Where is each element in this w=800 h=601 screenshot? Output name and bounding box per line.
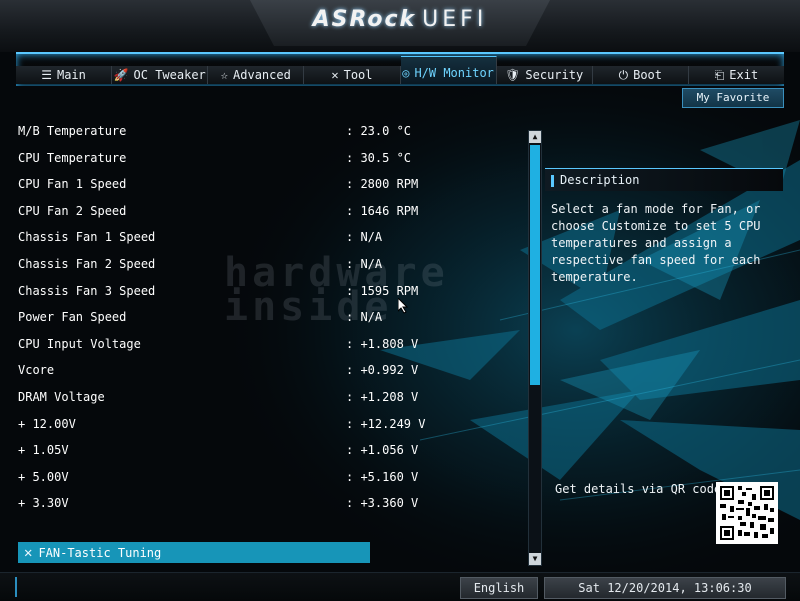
item-label: + 12.00V xyxy=(18,416,76,431)
list-item[interactable]: + 5.00V : +5.160 V xyxy=(18,470,518,497)
tab-label: Security xyxy=(525,68,584,82)
my-favorite-button[interactable]: My Favorite xyxy=(682,88,784,108)
star-icon: ☆ xyxy=(220,68,229,82)
tools-icon: ✕ xyxy=(331,68,339,82)
item-value: : N/A xyxy=(346,310,383,325)
item-value: : +1.056 V xyxy=(346,443,419,458)
list-item[interactable]: Vcore : +0.992 V xyxy=(18,363,518,390)
shield-icon: 🛡 xyxy=(505,68,521,82)
item-value: : +5.160 V xyxy=(346,469,419,484)
list-item[interactable]: CPU Fan 1 Speed : 2800 RPM xyxy=(18,177,518,204)
item-value: : +1.808 V xyxy=(346,336,419,351)
tab-label: Tool xyxy=(343,68,373,82)
hw-monitor-list: M/B Temperature : 23.0 °C CPU Temperature… xyxy=(18,124,518,523)
tab-oc-tweaker[interactable]: 🚀 OC Tweaker xyxy=(112,66,209,84)
list-item[interactable]: Chassis Fan 2 Speed : N/A xyxy=(18,257,518,284)
tab-label: OC Tweaker xyxy=(133,68,206,82)
list-item[interactable]: CPU Temperature : 30.5 °C xyxy=(18,151,518,178)
footer-accent-line xyxy=(15,577,17,597)
list-item[interactable]: + 1.05V : +1.056 V xyxy=(18,443,518,470)
item-value: : +3.360 V xyxy=(346,496,419,511)
description-accent-bar xyxy=(551,174,554,187)
exit-door-icon: ⎗ xyxy=(714,67,725,82)
tab-security[interactable]: 🛡 Security xyxy=(496,66,593,84)
list-item[interactable]: + 12.00V : +12.249 V xyxy=(18,417,518,444)
description-header: Description xyxy=(545,168,783,191)
scroll-up-icon[interactable]: ▲ xyxy=(529,131,541,143)
description-title: Description xyxy=(560,173,640,187)
asrock-uefi-logo: ASRock UEFI xyxy=(0,7,800,32)
item-label: CPU Input Voltage xyxy=(18,336,141,351)
item-label: + 1.05V xyxy=(18,443,69,458)
item-value: : N/A xyxy=(346,230,383,245)
tab-label: Advanced xyxy=(233,68,291,82)
item-label: CPU Fan 2 Speed xyxy=(18,203,127,218)
qr-code-icon[interactable] xyxy=(716,482,778,544)
item-value: : +0.992 V xyxy=(346,363,419,378)
tab-label: Boot xyxy=(633,68,663,82)
item-label: Chassis Fan 3 Speed xyxy=(18,283,156,298)
item-label: Power Fan Speed xyxy=(18,310,127,325)
power-icon: ⏻ xyxy=(618,67,629,82)
tab-label: Exit xyxy=(729,68,759,82)
list-icon: ☰ xyxy=(41,68,52,82)
status-bar: English Sat 12/20/2014, 13:06:30 xyxy=(0,572,800,601)
item-value: : N/A xyxy=(346,256,383,271)
mouse-cursor-icon xyxy=(398,298,409,314)
list-item[interactable]: CPU Input Voltage : +1.808 V xyxy=(18,337,518,364)
list-item[interactable]: M/B Temperature : 23.0 °C xyxy=(18,124,518,151)
product-name: UEFI xyxy=(422,7,488,32)
tab-main[interactable]: ☰ Main xyxy=(16,66,113,84)
description-text: Select a fan mode for Fan, or choose Cus… xyxy=(551,202,761,284)
list-item[interactable]: Chassis Fan 3 Speed : 1595 RPM xyxy=(18,284,518,311)
item-label: CPU Fan 1 Speed xyxy=(18,177,127,192)
item-value: : 1646 RPM xyxy=(346,203,419,218)
item-label: + 3.30V xyxy=(18,496,69,511)
fan-tuning-label: FAN-Tastic Tuning xyxy=(38,545,162,560)
item-value: : 23.0 °C xyxy=(346,124,412,138)
language-button[interactable]: English xyxy=(460,577,538,599)
list-item[interactable]: Chassis Fan 1 Speed : N/A xyxy=(18,230,518,257)
item-label: Chassis Fan 1 Speed xyxy=(18,230,156,245)
item-label: DRAM Voltage xyxy=(18,389,105,404)
tab-label: H/W Monitor xyxy=(414,66,494,80)
item-value: : +1.208 V xyxy=(346,389,419,404)
list-item[interactable]: + 3.30V : +3.360 V xyxy=(18,496,518,523)
tab-advanced[interactable]: ☆ Advanced xyxy=(208,66,305,84)
list-item[interactable]: DRAM Voltage : +1.208 V xyxy=(18,390,518,417)
title-bar: ASRock UEFI xyxy=(0,0,800,52)
fan-tastic-tuning-item[interactable]: ✕ FAN-Tastic Tuning xyxy=(18,542,370,563)
rocket-icon: 🚀 xyxy=(113,68,129,82)
tab-boot[interactable]: ⏻ Boot xyxy=(592,66,689,84)
list-item[interactable]: Power Fan Speed : N/A xyxy=(18,310,518,337)
tab-hw-monitor[interactable]: ◎ H/W Monitor xyxy=(400,56,497,84)
tab-tool[interactable]: ✕ Tool xyxy=(304,66,401,84)
date-time-display: Sat 12/20/2014, 13:06:30 xyxy=(544,577,786,599)
scroll-down-icon[interactable]: ▼ xyxy=(529,553,541,565)
list-item[interactable]: CPU Fan 2 Speed : 1646 RPM xyxy=(18,204,518,231)
item-label: M/B Temperature xyxy=(18,124,127,138)
tab-label: Main xyxy=(56,68,86,82)
scrollbar-thumb[interactable] xyxy=(530,145,540,385)
list-scrollbar[interactable]: ▲ ▼ xyxy=(528,130,542,566)
qr-code-label: Get details via QR code xyxy=(555,482,722,496)
tab-exit[interactable]: ⎗ Exit xyxy=(688,66,784,84)
brand-name: ASRock xyxy=(312,7,417,32)
item-value: : 1595 RPM xyxy=(346,283,419,298)
item-label: Vcore xyxy=(18,363,55,378)
item-label: Chassis Fan 2 Speed xyxy=(18,256,156,271)
item-value: : +12.249 V xyxy=(346,416,426,431)
item-label: CPU Temperature xyxy=(18,150,127,165)
wrench-screwdriver-icon: ✕ xyxy=(24,544,33,561)
item-value: : 2800 RPM xyxy=(346,177,419,192)
item-label: + 5.00V xyxy=(18,469,69,484)
monitor-dial-icon: ◎ xyxy=(402,66,410,80)
item-value: : 30.5 °C xyxy=(346,150,412,165)
main-tab-bar: ☰ Main 🚀 OC Tweaker ☆ Advanced ✕ Tool ◎ H/W M… xyxy=(16,52,784,86)
